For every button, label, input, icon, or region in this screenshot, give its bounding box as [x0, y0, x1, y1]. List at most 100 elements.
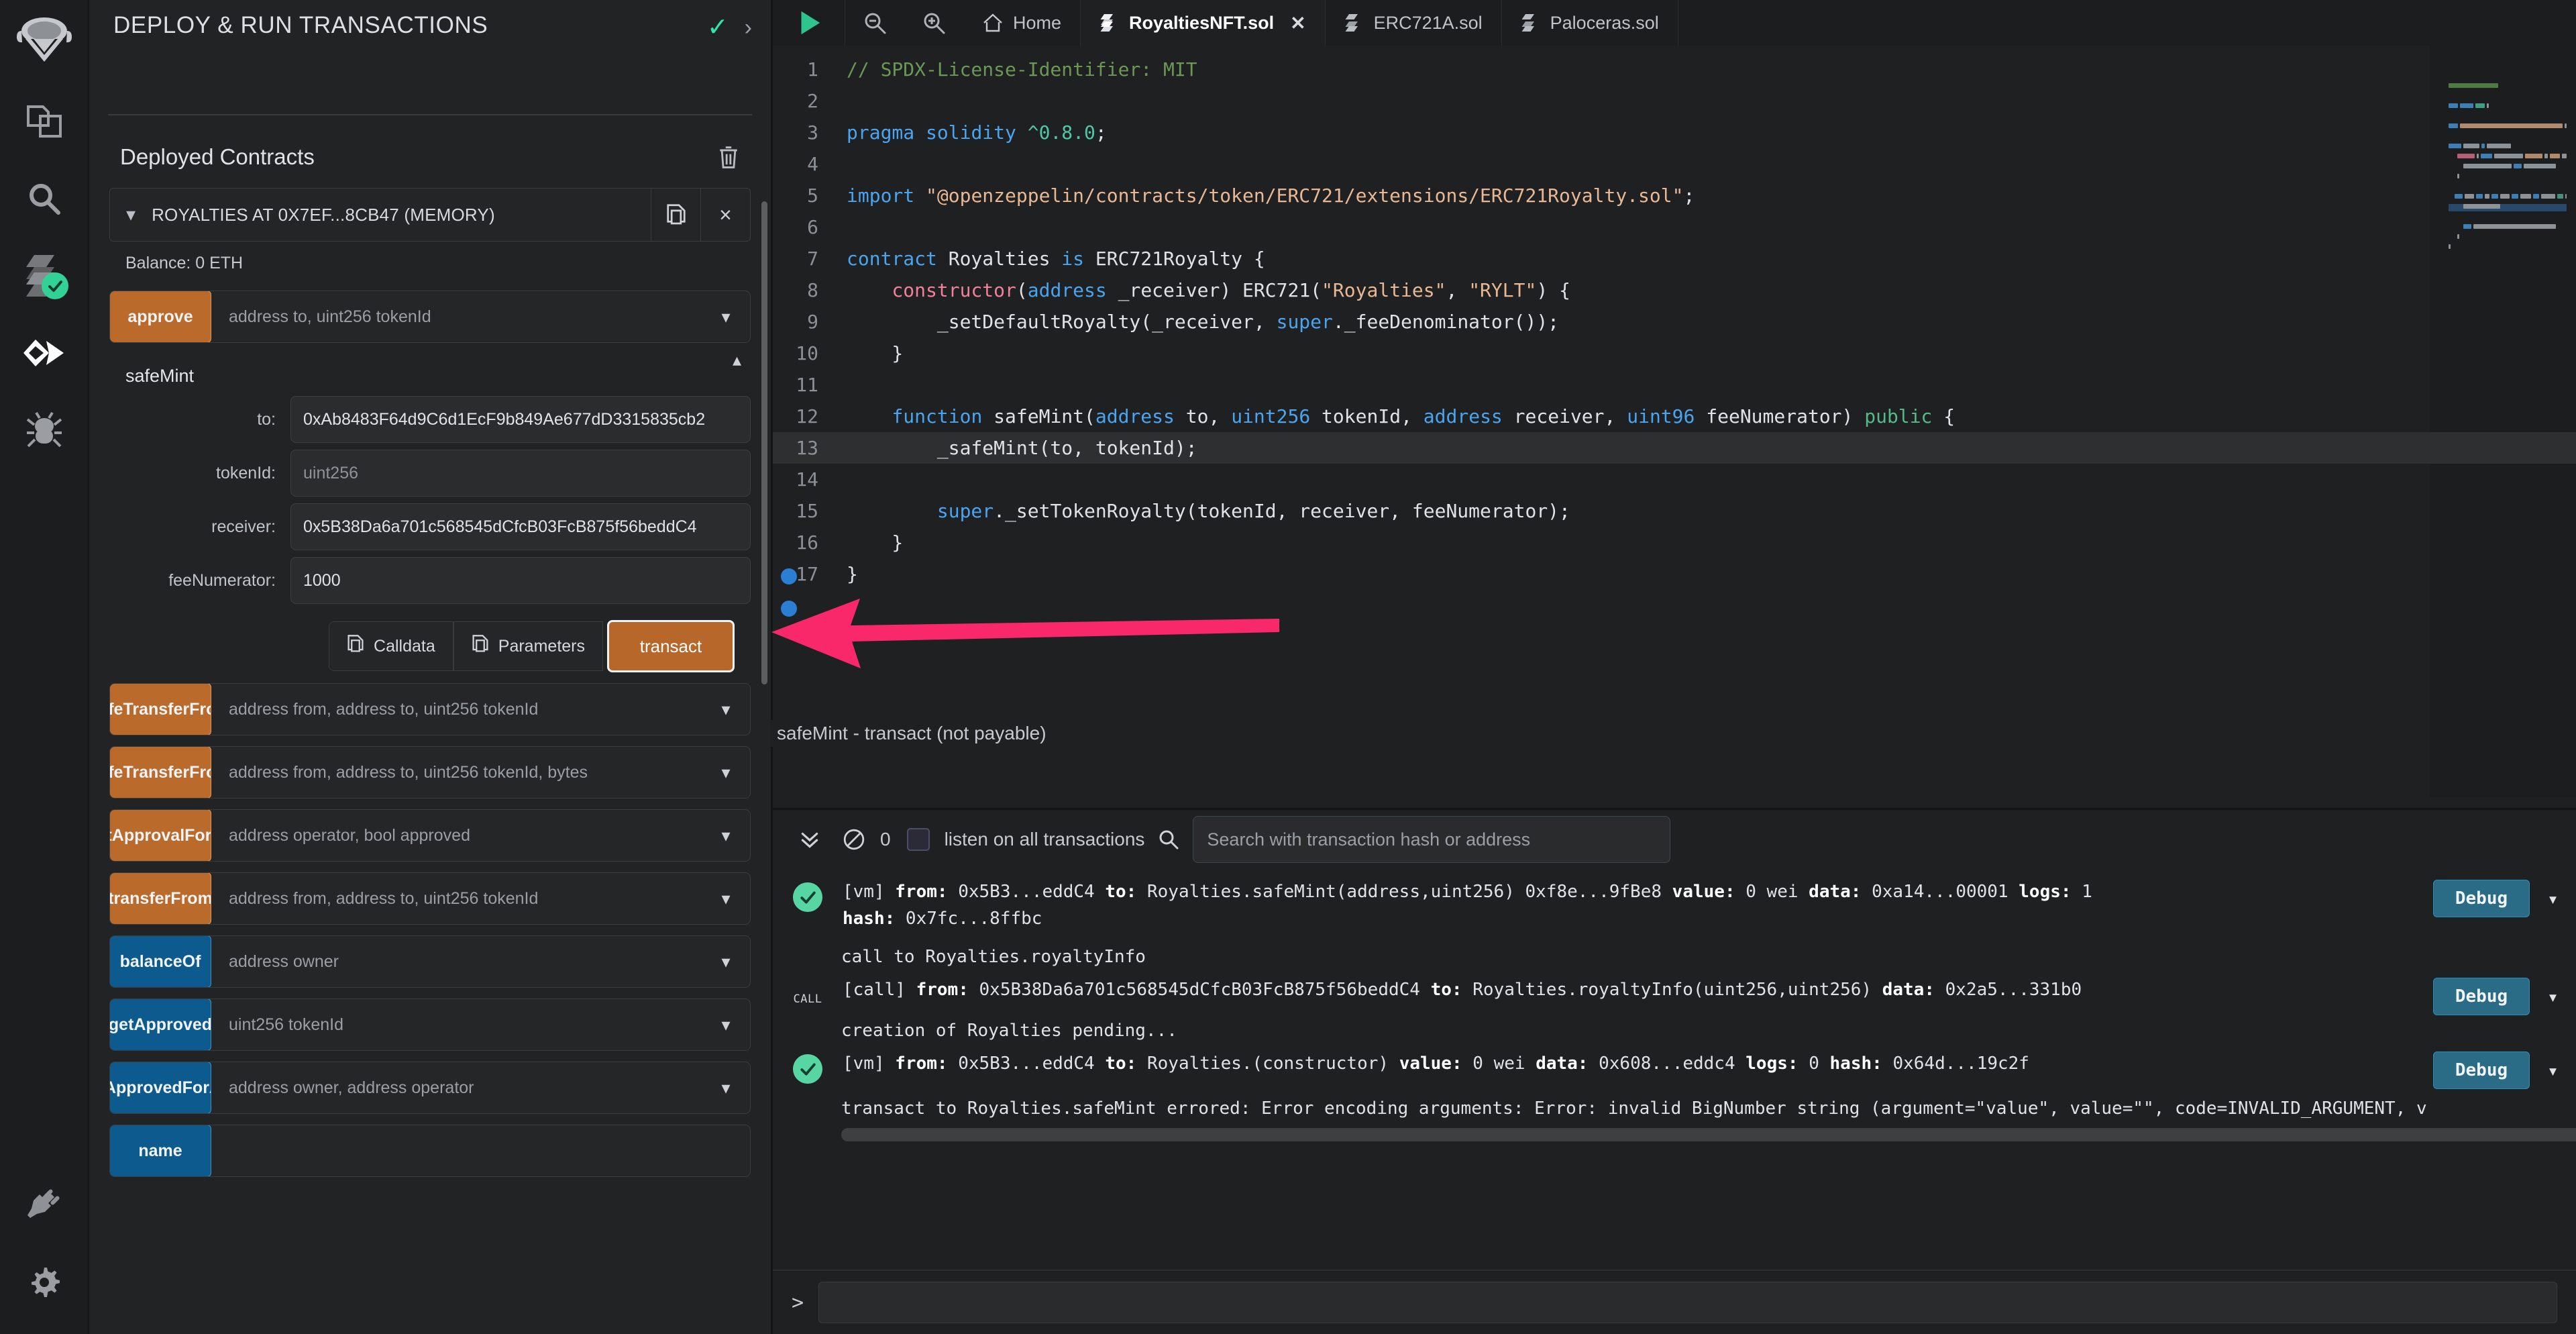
copy-calldata-button[interactable]: Calldata [329, 621, 453, 671]
line-content: contract Royalties is ERC721Royalty { [847, 248, 1265, 270]
function-button[interactable]: balanceOf [110, 936, 211, 987]
chevron-down-icon[interactable]: ▾ [702, 291, 750, 342]
function-button[interactable]: setApprovalForAll [110, 810, 211, 861]
code-line[interactable]: 16 } [773, 527, 2576, 558]
tokenid-input[interactable]: uint256 [290, 450, 751, 497]
transact-button[interactable]: transact [607, 620, 735, 672]
clear-contracts-trash-icon[interactable] [717, 144, 740, 170]
receiver-input[interactable]: 0x5B38Da6a701c568545dCfcB03FcB875f56bedd… [290, 503, 751, 550]
function-args[interactable]: address from, address to, uint256 tokenI… [211, 873, 702, 924]
zoom-out-button[interactable] [845, 0, 904, 46]
chevron-down-icon[interactable]: ▾ [702, 936, 750, 987]
debug-button[interactable]: Debug [2432, 880, 2530, 917]
feenumerator-input[interactable]: 1000 [290, 557, 751, 604]
code-line[interactable]: 2 [773, 85, 2576, 117]
remove-contract-button[interactable]: × [700, 189, 750, 241]
chevron-down-icon[interactable]: ▾ [2547, 986, 2559, 1008]
line-content: _setDefaultRoyalty(_receiver, super._fee… [847, 311, 1560, 333]
terminal-log-entry[interactable]: [vm] from: 0x5B3...eddC4 to: Royalties.(… [773, 1041, 2576, 1089]
remix-ide-window: DEPLOY & RUN TRANSACTIONS ✓ › Deployed C… [0, 0, 2576, 1334]
code-line[interactable]: 11 [773, 369, 2576, 401]
panel-scrollbar[interactable] [761, 201, 767, 684]
terminal-log-entry[interactable]: CALL [call] from: 0x5B38Da6a701c568545dCf… [773, 967, 2576, 1015]
code-line[interactable]: 12 function safeMint(address to, uint256… [773, 401, 2576, 432]
code-line[interactable]: 1 // SPDX-License-Identifier: MIT [773, 54, 2576, 85]
chevron-down-icon[interactable]: ▾ [702, 747, 750, 798]
breakpoint-marker[interactable] [781, 601, 797, 617]
code-line[interactable]: 3 pragma solidity ^0.8.0; [773, 117, 2576, 148]
transaction-search-input[interactable]: Search with transaction hash or address [1193, 816, 1671, 863]
chevron-right-icon[interactable]: › [745, 16, 752, 39]
chevron-down-icon[interactable]: ▾ [702, 684, 750, 735]
settings-gear-icon[interactable] [0, 1243, 89, 1321]
deploy-run-icon[interactable] [0, 314, 89, 391]
debug-button[interactable]: Debug [2432, 1051, 2530, 1089]
copy-parameters-button[interactable]: Parameters [453, 621, 603, 671]
tab-paloceras-sol[interactable]: Paloceras.sol [1502, 0, 1678, 46]
run-script-button[interactable] [773, 0, 845, 46]
function-args[interactable]: address from, address to, uint256 tokenI… [211, 684, 702, 735]
function-button[interactable]: isApprovedForAll [110, 1062, 211, 1113]
tab-erc721a-sol[interactable]: ERC721A.sol [1326, 0, 1502, 46]
code-line[interactable]: 6 [773, 211, 2576, 243]
chevron-down-icon[interactable]: ▾ [702, 810, 750, 861]
copy-address-button[interactable] [651, 189, 700, 241]
close-icon[interactable]: ✕ [1290, 12, 1305, 34]
terminal-command-input[interactable] [818, 1282, 2557, 1323]
file-explorer-icon[interactable] [0, 83, 89, 160]
tab-home[interactable]: Home [963, 0, 1081, 46]
chevron-down-icon[interactable]: ▾ [2547, 1060, 2559, 1082]
code-line[interactable]: 10 } [773, 338, 2576, 369]
function-button[interactable]: approve [110, 291, 211, 342]
function-button[interactable]: safeTransferFrom [110, 684, 211, 735]
chevron-down-icon[interactable]: ▾ [702, 999, 750, 1050]
debugger-bug-icon[interactable] [0, 391, 89, 468]
code-line[interactable]: 5 import "@openzeppelin/contracts/token/E… [773, 180, 2576, 211]
terminal-clear-button[interactable] [832, 828, 876, 851]
deployed-contracts-title: Deployed Contracts [120, 144, 315, 169]
function-button[interactable]: transferFrom [110, 873, 211, 924]
contract-balance: Balance: 0 ETH [125, 254, 244, 272]
terminal-horizontal-scrollbar[interactable] [841, 1128, 2576, 1141]
listen-all-transactions-checkbox[interactable] [906, 828, 930, 851]
terminal-collapse-button[interactable] [788, 828, 832, 851]
function-args[interactable]: address to, uint256 tokenId [211, 291, 702, 342]
code-line[interactable]: 9 _setDefaultRoyalty(_receiver, super._f… [773, 306, 2576, 338]
code-line[interactable]: 15 super._setTokenRoyalty(tokenId, recei… [773, 495, 2576, 527]
code-line[interactable]: 14 [773, 464, 2576, 495]
code-line[interactable]: 4 [773, 148, 2576, 180]
terminal-log[interactable]: [vm] from: 0x5B3...eddC4 to: Royalties.s… [773, 869, 2576, 1270]
zoom-in-button[interactable] [904, 0, 963, 46]
function-args[interactable]: address from, address to, uint256 tokenI… [211, 747, 702, 798]
search-icon[interactable] [0, 160, 89, 237]
chevron-up-icon[interactable]: ▴ [733, 350, 741, 370]
debug-button[interactable]: Debug [2432, 978, 2530, 1015]
function-args[interactable]: address owner [211, 936, 702, 987]
line-number: 12 [796, 405, 818, 427]
chevron-down-icon[interactable]: ▾ [2547, 888, 2559, 910]
remix-logo-icon[interactable] [0, 5, 89, 83]
code-line[interactable]: 17} [773, 558, 2576, 590]
function-button[interactable]: getApproved [110, 999, 211, 1050]
function-args[interactable]: uint256 tokenId [211, 999, 702, 1050]
plugin-manager-icon[interactable] [0, 1166, 89, 1243]
copy-icon [347, 634, 364, 659]
code-line[interactable]: 7 contract Royalties is ERC721Royalty { [773, 243, 2576, 274]
chevron-down-icon[interactable]: ▾ [702, 1062, 750, 1113]
to-input[interactable]: 0xAb8483F64d9C6d1EcF9b849Ae677dD3315835c… [290, 396, 751, 443]
terminal-log-entry[interactable]: [vm] from: 0x5B3...eddC4 to: Royalties.s… [773, 869, 2576, 932]
function-button[interactable]: safeTransferFrom [110, 747, 211, 798]
code-line[interactable]: 8 constructor(address _receiver) ERC721(… [773, 274, 2576, 306]
chevron-down-icon[interactable]: ▾ [126, 205, 136, 224]
function-args[interactable]: address operator, bool approved [211, 810, 702, 861]
code-editor[interactable]: 1 // SPDX-License-Identifier: MIT 2 3 pragma… [773, 46, 2576, 808]
code-lines[interactable]: 1 // SPDX-License-Identifier: MIT 2 3 pragma… [773, 46, 2576, 590]
function-button[interactable]: name [110, 1125, 211, 1176]
code-line[interactable]: 13 _safeMint(to, tokenId); [773, 432, 2576, 464]
line-content [847, 369, 2576, 401]
function-args[interactable] [211, 1125, 702, 1176]
chevron-down-icon[interactable]: ▾ [702, 873, 750, 924]
tab-royaltiesnft-sol[interactable]: RoyaltiesNFT.sol ✕ [1081, 0, 1326, 46]
function-args[interactable]: address owner, address operator [211, 1062, 702, 1113]
solidity-compiler-icon[interactable] [0, 237, 89, 314]
